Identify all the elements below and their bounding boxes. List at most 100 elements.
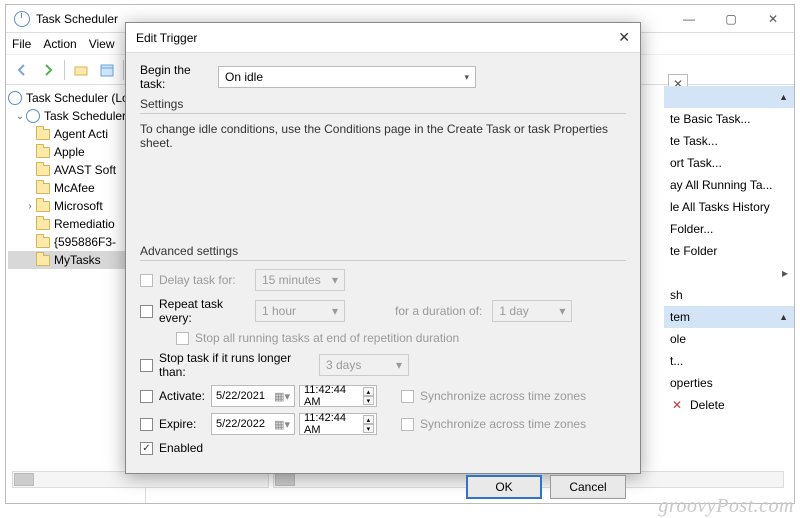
tree-root[interactable]: Task Scheduler (Lo [8, 89, 143, 107]
minimize-button[interactable]: — [668, 5, 710, 33]
delete-icon: ✕ [670, 398, 684, 412]
folder-icon [36, 255, 50, 266]
divider [140, 260, 626, 261]
tree-item[interactable]: AVAST Soft [8, 161, 143, 179]
action-item[interactable]: Folder... [664, 218, 794, 240]
folder-up-button[interactable] [69, 58, 93, 82]
spin-down-icon[interactable]: ▾ [363, 396, 374, 405]
ok-button[interactable]: OK [466, 475, 542, 499]
maximize-button[interactable]: ▢ [710, 5, 752, 33]
activate-checkbox[interactable] [140, 390, 153, 403]
delay-checkbox [140, 274, 153, 287]
action-item[interactable]: ay All Running Ta... [664, 174, 794, 196]
chevron-down-icon: ▾ [332, 273, 338, 287]
tree-item[interactable]: Agent Acti [8, 125, 143, 143]
actions-more-icon[interactable]: ▸ [664, 262, 794, 284]
edit-trigger-dialog: Edit Trigger ✕ Begin the task: On idle ▾… [125, 22, 641, 474]
activate-date-field[interactable]: 5/22/2021▦▾ [211, 385, 295, 407]
action-item[interactable]: ole [664, 328, 794, 350]
actions-header[interactable]: ▲ [664, 86, 794, 108]
scroll-thumb[interactable] [14, 473, 34, 486]
action-item[interactable]: te Folder [664, 240, 794, 262]
tree-item[interactable]: Apple [8, 143, 143, 161]
forward-button[interactable] [36, 58, 60, 82]
clock-icon [26, 109, 40, 123]
sync-checkbox [401, 390, 414, 403]
tree-item[interactable]: McAfee [8, 179, 143, 197]
menu-view[interactable]: View [89, 37, 115, 51]
folder-icon [36, 165, 50, 176]
actions-section-header[interactable]: tem▲ [664, 306, 794, 328]
calendar-icon: ▦▾ [274, 390, 290, 403]
action-item[interactable]: te Basic Task... [664, 108, 794, 130]
action-item[interactable]: operties [664, 372, 794, 394]
stopall-label: Stop all running tasks at end of repetit… [195, 331, 459, 345]
stopif-checkbox[interactable] [140, 359, 153, 372]
chevron-down-icon: ▾ [464, 72, 469, 83]
chevron-up-icon: ▲ [779, 92, 788, 102]
spin-up-icon[interactable]: ▴ [363, 415, 374, 424]
enabled-checkbox[interactable]: ✓ [140, 442, 153, 455]
expander-icon[interactable]: › [24, 201, 36, 212]
calendar-icon[interactable] [95, 58, 119, 82]
repeat-checkbox[interactable] [140, 305, 153, 318]
sync-label: Synchronize across time zones [420, 389, 586, 403]
folder-icon [36, 129, 50, 140]
tree-item-selected[interactable]: MyTasks [8, 251, 143, 269]
chevron-down-icon: ▾ [332, 304, 338, 318]
close-icon[interactable]: ✕ [618, 29, 630, 46]
expander-icon[interactable]: ⌄ [14, 111, 26, 122]
tree-item[interactable]: {595886F3- [8, 233, 143, 251]
stopif-label: Stop task if it runs longer than: [159, 351, 319, 379]
action-item[interactable]: t... [664, 350, 794, 372]
action-item[interactable]: ort Task... [664, 152, 794, 174]
dialog-title: Edit Trigger [136, 31, 197, 45]
enabled-label: Enabled [159, 441, 203, 455]
calendar-icon: ▦▾ [274, 418, 290, 431]
folder-icon [36, 183, 50, 194]
begin-task-combo[interactable]: On idle ▾ [218, 66, 476, 88]
menu-file[interactable]: File [12, 37, 31, 51]
folder-icon [36, 219, 50, 230]
stopall-checkbox [176, 332, 189, 345]
begin-task-value: On idle [225, 70, 263, 84]
cancel-button[interactable]: Cancel [550, 475, 626, 499]
expire-checkbox[interactable] [140, 418, 153, 431]
dialog-titlebar: Edit Trigger ✕ [126, 23, 640, 53]
toolbar-divider [123, 60, 124, 80]
duration-label: for a duration of: [395, 304, 482, 318]
back-button[interactable] [10, 58, 34, 82]
spin-up-icon[interactable]: ▴ [363, 387, 374, 396]
close-button[interactable]: ✕ [752, 5, 794, 33]
activate-label: Activate: [159, 389, 211, 403]
expire-date-field[interactable]: 5/22/2022▦▾ [211, 413, 295, 435]
chevron-down-icon: ▾ [559, 304, 565, 318]
action-delete[interactable]: ✕Delete [664, 394, 794, 416]
action-item[interactable]: le All Tasks History [664, 196, 794, 218]
tree-item[interactable]: Remediatio [8, 215, 143, 233]
action-item[interactable]: sh [664, 284, 794, 306]
expire-label: Expire: [159, 417, 211, 431]
folder-icon [36, 147, 50, 158]
time-spinner[interactable]: ▴▾ [363, 415, 374, 433]
repeat-combo: 1 hour▾ [255, 300, 345, 322]
action-item[interactable]: te Task... [664, 130, 794, 152]
begin-task-label: Begin the task: [140, 63, 218, 91]
chevron-up-icon: ▲ [779, 312, 788, 322]
divider [140, 113, 626, 114]
sync-label: Synchronize across time zones [420, 417, 586, 431]
expire-time-field[interactable]: 11:42:44 AM▴▾ [299, 413, 377, 435]
clock-icon [8, 91, 22, 105]
tree-library[interactable]: ⌄Task Scheduler [8, 107, 143, 125]
advanced-group-label: Advanced settings [140, 244, 626, 258]
spin-down-icon[interactable]: ▾ [363, 424, 374, 433]
duration-combo: 1 day▾ [492, 300, 572, 322]
actions-pane: ▲ te Basic Task... te Task... ort Task..… [664, 86, 794, 416]
toolbar-divider [64, 60, 65, 80]
tree-item[interactable]: ›Microsoft [8, 197, 143, 215]
time-spinner[interactable]: ▴▾ [363, 387, 374, 405]
menu-action[interactable]: Action [43, 37, 76, 51]
stopif-combo: 3 days▾ [319, 354, 409, 376]
activate-time-field[interactable]: 11:42:44 AM▴▾ [299, 385, 377, 407]
delay-label: Delay task for: [159, 273, 255, 287]
